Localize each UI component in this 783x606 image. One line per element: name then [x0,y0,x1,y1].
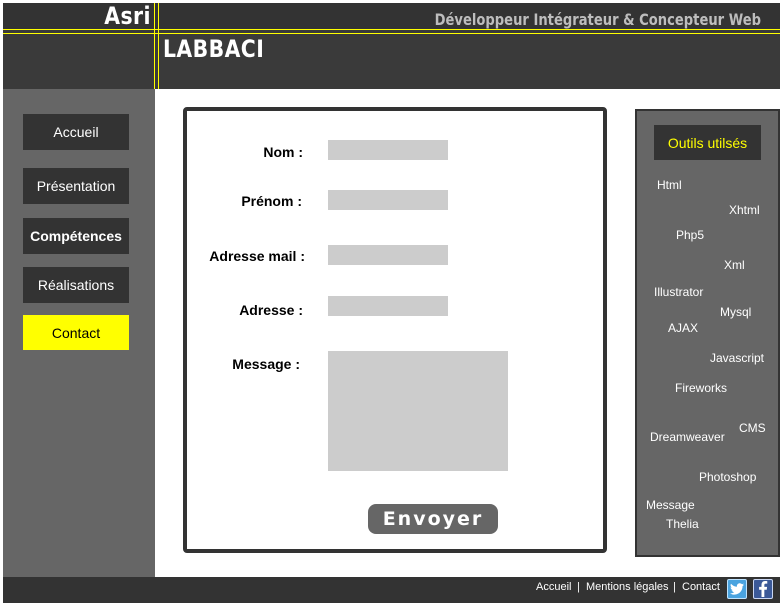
tool-item: Fireworks [675,381,728,395]
tool-item: Dreamweaver [650,430,725,444]
twitter-bird-icon [730,583,744,595]
guide-line [154,3,155,89]
nav-item-presentation[interactable]: Présentation [23,168,129,204]
tool-item: AJAX [668,321,699,335]
nav-item-accueil[interactable]: Accueil [23,114,129,150]
footer-separator: | [673,581,676,593]
tool-item: Xml [724,258,745,272]
send-button[interactable]: Envoyer [368,504,498,534]
tool-item: Mysql [720,305,752,319]
label-nom: Nom : [263,144,303,160]
nav-item-realisations[interactable]: Réalisations [23,267,129,303]
tools-title: Outils utilsés [654,125,761,160]
guide-line [158,3,159,89]
guide-line [3,29,780,30]
footer-separator: | [577,581,580,593]
brand-first-name: Asri [104,2,151,30]
tool-item: Html [657,178,682,192]
twitter-icon[interactable] [727,579,747,599]
nav-item-competences[interactable]: Compétences [23,218,129,254]
tool-item: Photoshop [699,470,757,484]
nom-field[interactable] [328,140,448,160]
label-email: Adresse mail : [209,248,305,264]
brand-last-name: LABBACI [163,35,265,63]
tool-item: Thelia [666,517,699,531]
tool-item: Message [646,498,695,512]
prenom-field[interactable] [328,190,448,210]
tools-panel [635,109,780,557]
tool-item: Illustrator [654,285,704,299]
label-adresse: Adresse : [239,302,303,318]
label-message: Message : [232,356,300,372]
message-textarea[interactable] [328,351,508,471]
adresse-field[interactable] [328,296,448,316]
footer-link-accueil[interactable]: Accueil [536,581,571,593]
facebook-icon[interactable] [753,579,773,599]
tool-item: CMS [739,421,766,435]
facebook-f-icon [759,581,768,597]
nav-item-contact[interactable]: Contact [23,315,129,350]
email-field[interactable] [328,245,448,265]
tool-item: Php5 [676,228,705,242]
label-prenom: Prénom : [241,193,302,209]
footer-link-mentions[interactable]: Mentions légales [586,581,669,593]
tool-item: Javascript [710,351,765,365]
contact-form-panel [183,107,607,553]
tool-item: Xhtml [729,203,760,217]
header-tagline: Développeur Intégrateur & Concepteur Web [434,10,761,29]
guide-line [3,33,780,34]
footer-link-contact[interactable]: Contact [682,581,720,593]
